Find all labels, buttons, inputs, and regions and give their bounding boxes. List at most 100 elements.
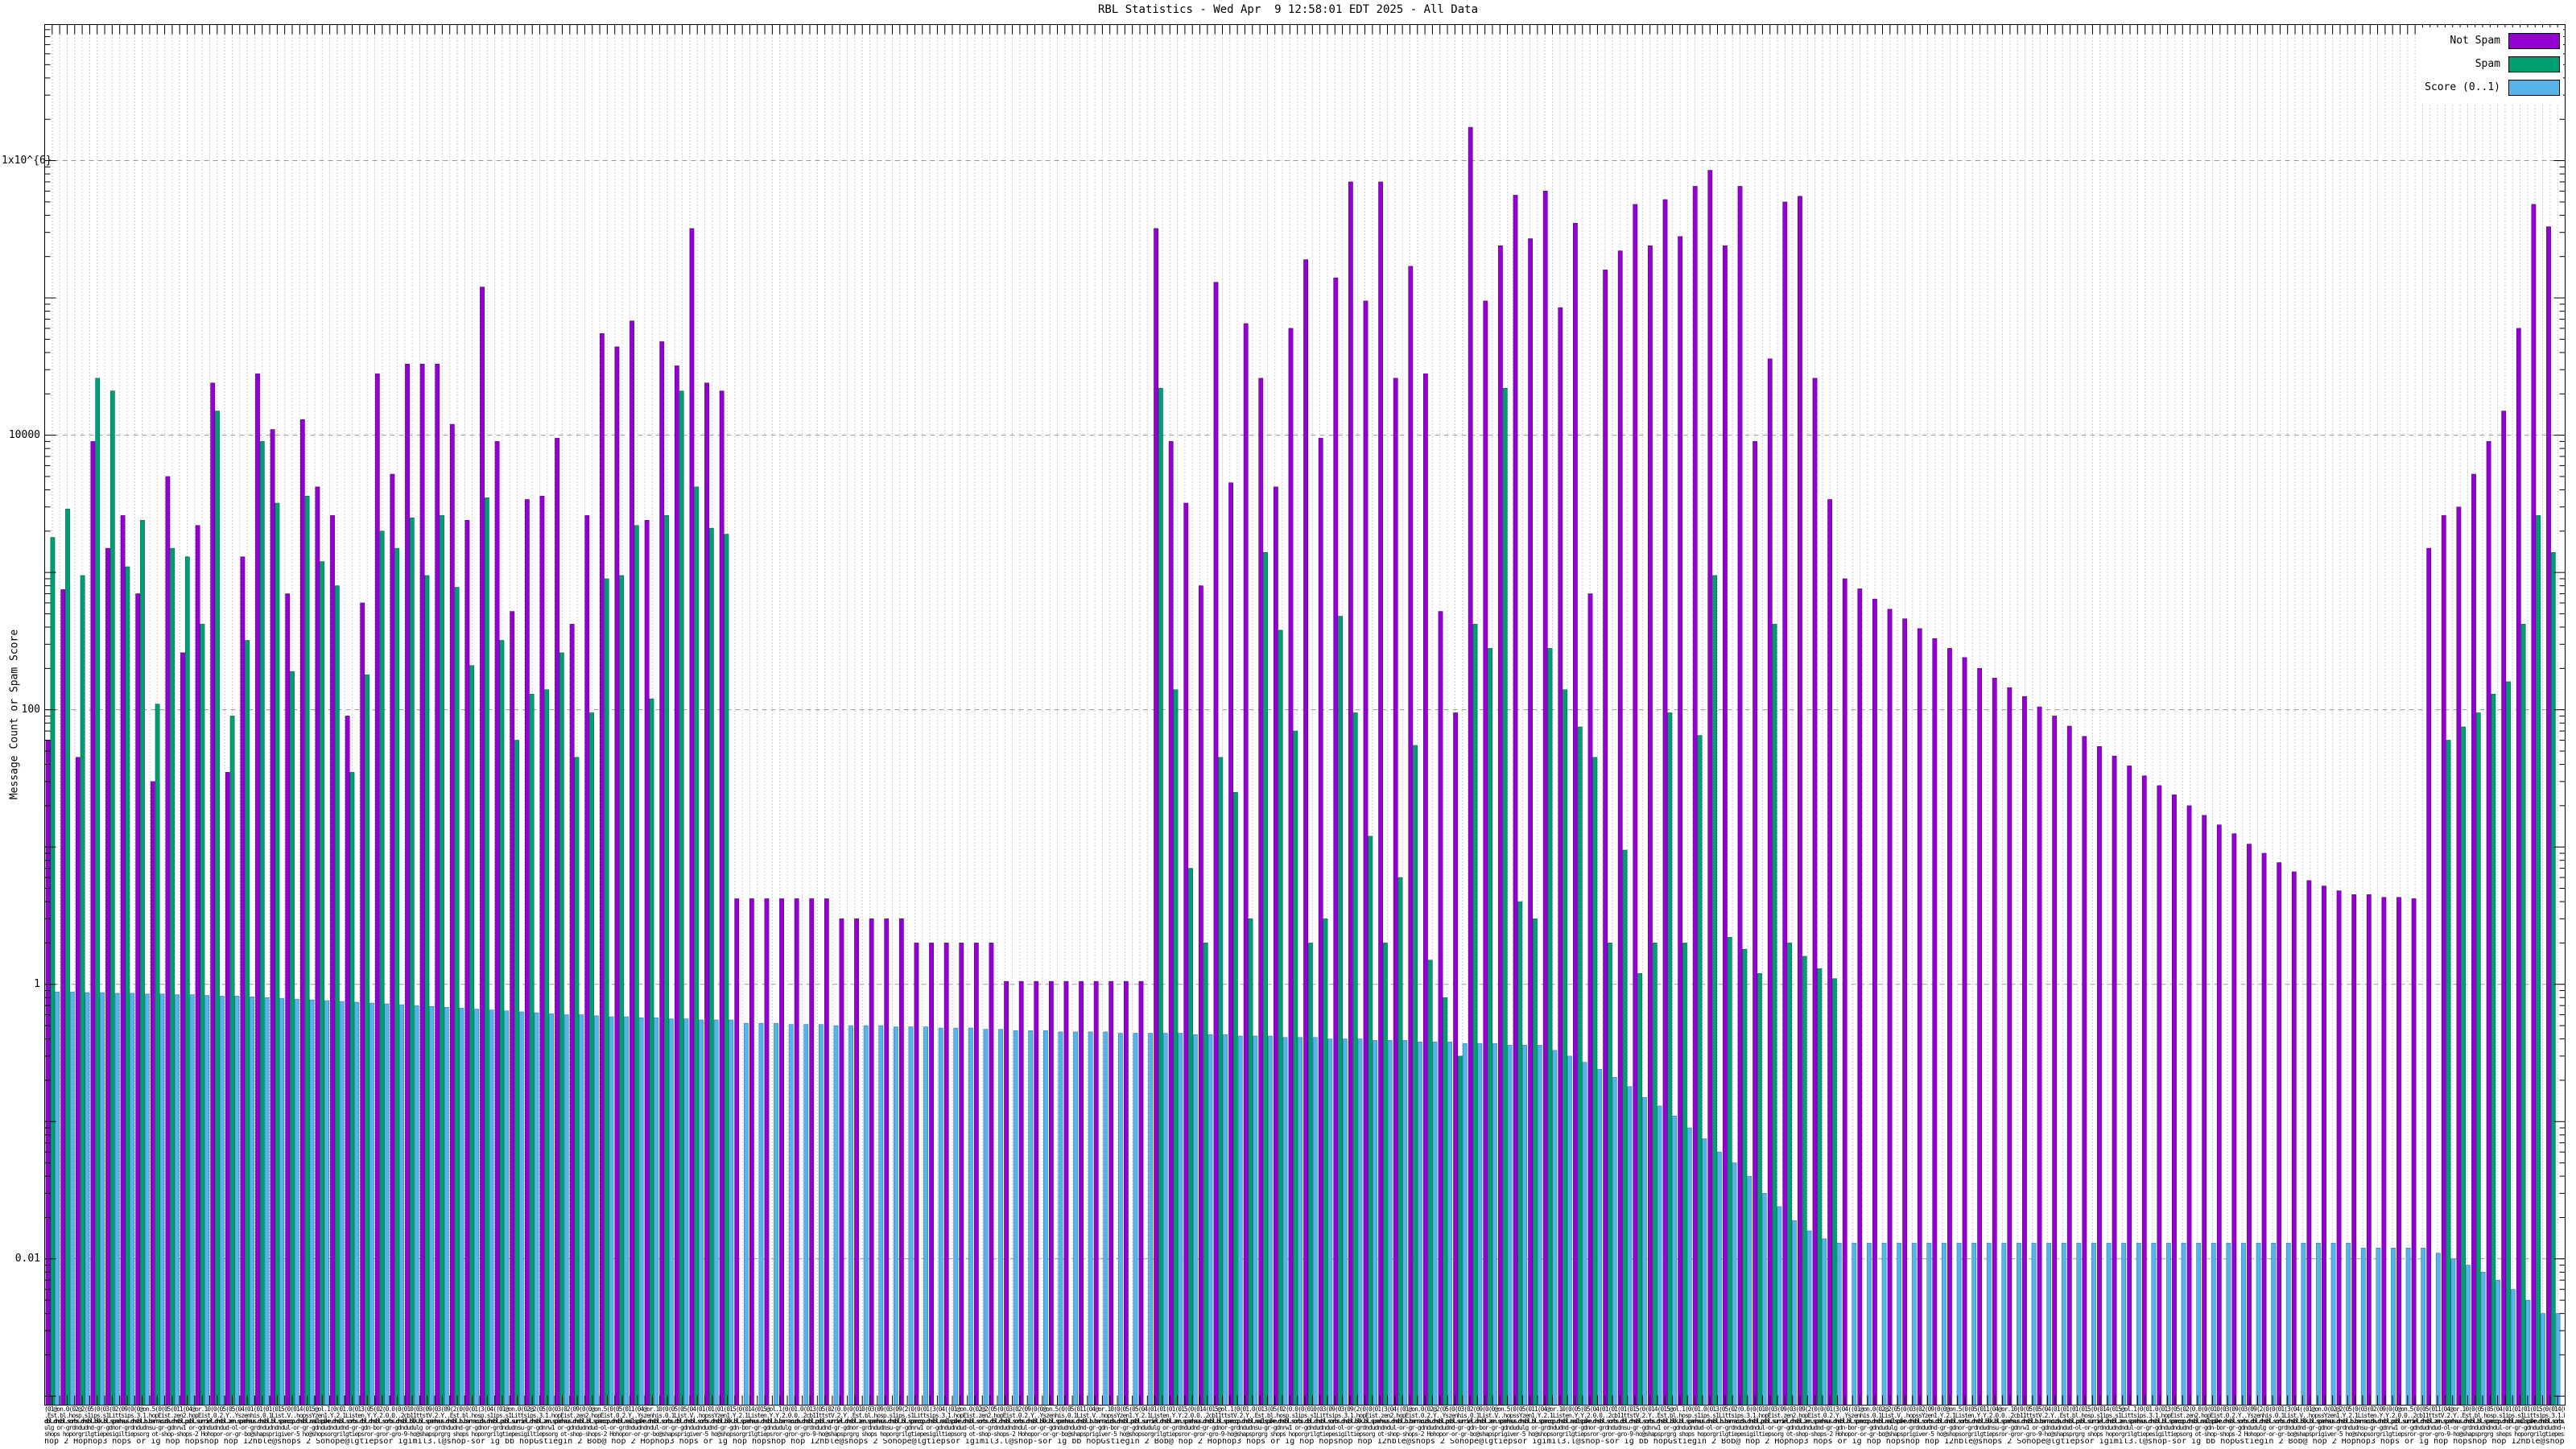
bar-1-108	[1667, 712, 1673, 1406]
y-tick-label: 1	[34, 977, 40, 990]
bar-1-106	[1637, 972, 1643, 1406]
bar-0-114	[1752, 441, 1758, 1406]
bar-2-134	[2061, 1243, 2066, 1406]
bar-2-77	[1208, 1034, 1213, 1406]
bar-1-118	[1817, 968, 1823, 1406]
bar-1-82	[1278, 630, 1283, 1406]
bar-1-103	[1592, 757, 1598, 1406]
bar-2-109	[1686, 1127, 1692, 1406]
bar-0-122	[1872, 598, 1877, 1406]
y-tick-label: 0.01	[14, 1252, 40, 1265]
bar-1-166	[2536, 515, 2541, 1406]
bar-2-58	[923, 1026, 928, 1406]
bar-2-128	[1971, 1243, 1977, 1406]
legend-swatch-not-spam	[2508, 32, 2560, 49]
bar-0-6	[135, 593, 141, 1406]
bar-1-93	[1443, 997, 1448, 1406]
bar-1-99	[1533, 919, 1538, 1406]
bar-0-60	[943, 943, 949, 1406]
x-axis-labels-row-1: (01@on.0(02@2(05(0(03(02(09(0(0@on.5(0(0…	[44, 1406, 2565, 1413]
bar-0-45	[719, 390, 724, 1406]
bar-0-35	[569, 624, 575, 1406]
bar-0-16	[285, 593, 291, 1406]
y-tick-label: 100	[21, 703, 40, 716]
bar-2-165	[2525, 1299, 2531, 1406]
bar-0-120	[1842, 578, 1847, 1406]
bar-0-49	[779, 898, 784, 1406]
bar-2-51	[818, 1024, 824, 1406]
bar-1-1	[65, 508, 70, 1406]
bar-2-33	[549, 1013, 554, 1406]
bar-1-19	[334, 585, 340, 1406]
bar-1-114	[1757, 972, 1762, 1406]
bar-0-88	[1363, 300, 1368, 1406]
bar-2-163	[2496, 1279, 2501, 1406]
bar-2-120	[1852, 1243, 1857, 1406]
bar-2-166	[2541, 1313, 2545, 1406]
bar-0-156	[2381, 897, 2387, 1406]
bar-0-130	[1992, 678, 1997, 1406]
bar-1-90	[1397, 877, 1403, 1406]
bar-0-116	[1782, 201, 1788, 1406]
bar-0-134	[2052, 716, 2058, 1406]
bar-2-76	[1192, 1034, 1198, 1406]
bar-2-5	[130, 993, 135, 1406]
bar-2-149	[2285, 1243, 2291, 1406]
bar-1-6	[140, 519, 145, 1406]
bar-1-88	[1368, 836, 1373, 1406]
bar-2-32	[534, 1012, 539, 1406]
bar-1-32	[529, 693, 535, 1406]
bar-0-77	[1198, 585, 1203, 1406]
bar-2-157	[2405, 1247, 2411, 1406]
bar-0-20	[345, 716, 350, 1406]
legend-label-score: Score (0..1)	[2425, 81, 2500, 93]
bar-2-52	[833, 1025, 839, 1406]
bar-1-105	[1622, 849, 1628, 1406]
legend-entry-spam: Spam	[2425, 52, 2560, 76]
bar-0-162	[2471, 473, 2476, 1406]
bar-2-78	[1223, 1034, 1228, 1406]
bar-1-3	[95, 378, 101, 1406]
bar-0-115	[1767, 358, 1773, 1406]
bar-0-163	[2486, 441, 2491, 1406]
legend-entry-score: Score (0..1)	[2425, 76, 2560, 99]
bar-1-110	[1697, 735, 1703, 1406]
bar-2-155	[2376, 1247, 2381, 1406]
bar-2-12	[234, 996, 240, 1406]
bar-2-102	[1582, 1062, 1587, 1406]
bar-2-125	[1926, 1243, 1932, 1406]
bar-1-83	[1293, 730, 1298, 1406]
bar-1-10	[200, 624, 205, 1406]
bar-0-79	[1228, 482, 1233, 1406]
bar-2-42	[683, 1018, 689, 1406]
bar-2-133	[2046, 1243, 2052, 1406]
bar-2-68	[1073, 1031, 1078, 1406]
bar-1-35	[574, 757, 580, 1406]
bar-0-125	[1917, 628, 1922, 1406]
legend-entry-not-spam: Not Spam	[2425, 29, 2560, 52]
bar-1-42	[679, 390, 684, 1406]
bar-1-87	[1352, 712, 1358, 1406]
bar-0-80	[1243, 323, 1249, 1406]
bar-2-79	[1237, 1035, 1243, 1406]
bar-1-160	[2446, 740, 2451, 1406]
bar-2-64	[1013, 1030, 1018, 1406]
bar-2-41	[668, 1018, 674, 1406]
bar-2-95	[1477, 1043, 1483, 1406]
bar-2-96	[1492, 1043, 1497, 1406]
bar-0-164	[2501, 411, 2507, 1406]
bar-1-2	[80, 575, 85, 1406]
bar-2-104	[1612, 1077, 1617, 1406]
bar-1-29	[484, 497, 489, 1406]
bar-2-59	[938, 1027, 943, 1406]
bar-1-12	[229, 716, 235, 1406]
bar-2-27	[459, 1008, 464, 1406]
bar-0-63	[989, 943, 994, 1406]
bar-0-96	[1483, 300, 1488, 1406]
bar-0-33	[539, 495, 545, 1406]
bar-2-98	[1522, 1045, 1528, 1406]
bar-2-65	[1028, 1030, 1034, 1406]
bar-0-46	[734, 898, 740, 1406]
bar-2-28	[474, 1009, 479, 1406]
bar-0-27	[449, 423, 455, 1406]
